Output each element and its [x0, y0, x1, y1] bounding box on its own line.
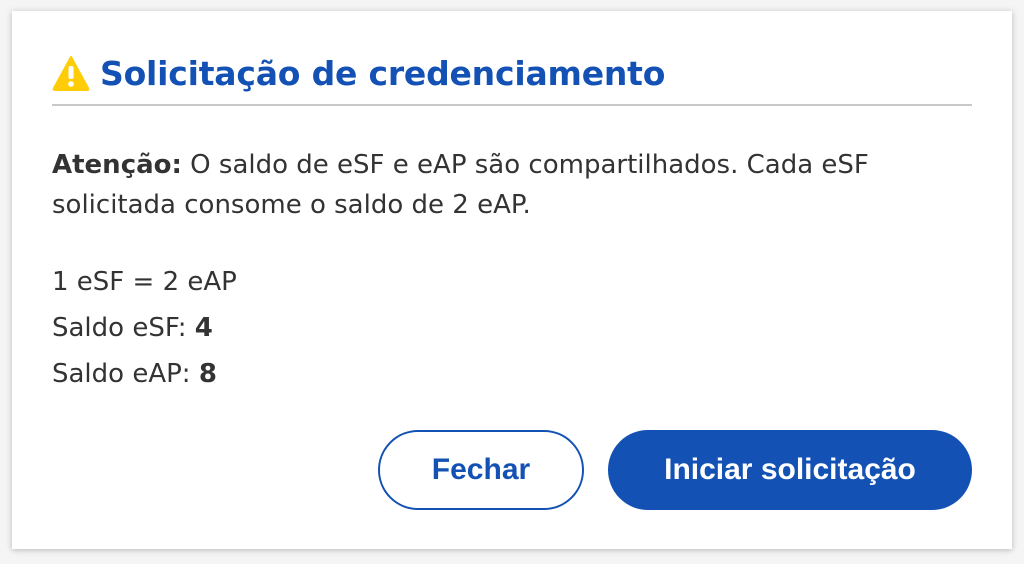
start-request-button[interactable]: Iniciar solicitação [608, 430, 972, 510]
dialog-header: Solicitação de credenciamento [52, 51, 972, 106]
esf-balance: Saldo eSF: 4 [52, 305, 237, 351]
balance-info: 1 eSF = 2 eAP Saldo eSF: 4 Saldo eAP: 8 [52, 259, 237, 397]
credentialing-dialog: Solicitação de credenciamento Atenção: O… [12, 11, 1012, 549]
attention-message: Atenção: O saldo de eSF e eAP são compar… [52, 145, 982, 225]
eap-balance: Saldo eAP: 8 [52, 351, 237, 397]
esf-balance-label: Saldo eSF: [52, 313, 195, 343]
attention-label: Atenção: [52, 150, 182, 180]
close-button[interactable]: Fechar [378, 430, 584, 510]
esf-balance-value: 4 [194, 313, 213, 343]
dialog-title: Solicitação de credenciamento [100, 54, 666, 93]
warning-icon [52, 55, 90, 91]
equivalence-text: 1 eSF = 2 eAP [52, 267, 237, 297]
eap-balance-label: Saldo eAP: [52, 359, 199, 389]
eap-balance-value: 8 [198, 359, 217, 389]
